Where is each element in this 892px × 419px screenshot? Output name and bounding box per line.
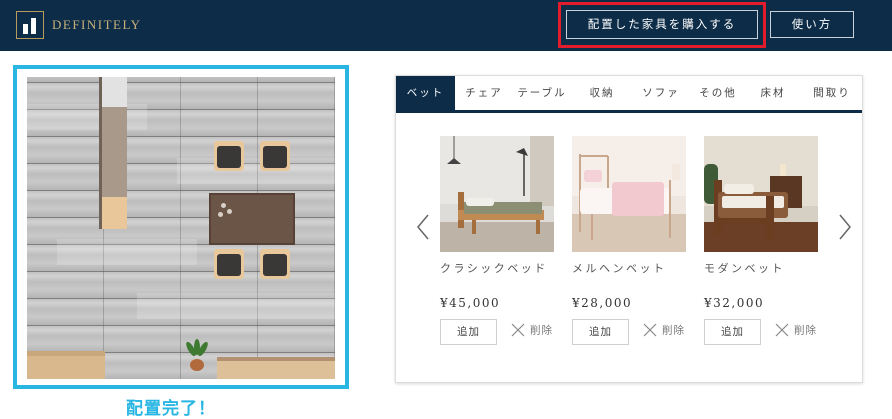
tab-floor-plan[interactable]: 間取り: [802, 76, 862, 110]
add-button[interactable]: 追加: [704, 319, 761, 345]
close-icon: [642, 322, 658, 338]
dining-table[interactable]: [209, 193, 295, 245]
product-name: クラシックベッド: [440, 262, 548, 275]
floor-plank: [177, 158, 335, 184]
delete-label: 削除: [794, 324, 817, 337]
dining-chair[interactable]: [214, 141, 244, 171]
tab-sofa[interactable]: ソファ: [632, 76, 690, 110]
delete-button[interactable]: 削除: [642, 322, 685, 342]
how-to-use-button[interactable]: 使い方: [770, 11, 854, 38]
delete-label: 削除: [530, 324, 553, 337]
dining-chair[interactable]: [260, 249, 290, 279]
logo-icon: [16, 11, 44, 39]
logo-bar-tall: [31, 18, 36, 34]
add-button[interactable]: 追加: [440, 319, 497, 345]
category-tabs: ベット チェア テーブル 収納 ソファ その他 床材 間取り: [396, 76, 862, 113]
tab-table[interactable]: テーブル: [512, 76, 572, 110]
purchase-placed-furniture-button[interactable]: 配置した家具を購入する: [566, 10, 758, 39]
placement-complete-status: 配置完了！: [126, 399, 216, 419]
brand-name: DEFINITELY: [52, 17, 142, 32]
kitchen-counter-end: [99, 197, 127, 229]
close-icon: [774, 322, 790, 338]
chevron-left-icon[interactable]: [415, 212, 431, 242]
delete-button[interactable]: 削除: [510, 322, 553, 342]
top-header: DEFINITELY 配置した家具を購入する 使い方: [0, 0, 892, 51]
floor-plank: [137, 293, 335, 319]
product-price: ¥45,000: [440, 296, 501, 310]
tab-chair[interactable]: チェア: [458, 76, 510, 110]
tab-other[interactable]: その他: [692, 76, 744, 110]
tab-storage[interactable]: 収納: [576, 76, 628, 110]
chair-seat: [217, 146, 241, 168]
bed-photo-pink[interactable]: [572, 136, 686, 252]
delete-button[interactable]: 削除: [774, 322, 817, 342]
bed-photo-dark[interactable]: [704, 136, 818, 252]
plant-pot: [190, 359, 204, 371]
potted-plant[interactable]: [184, 339, 210, 371]
product-price: ¥32,000: [704, 296, 765, 310]
tab-bed[interactable]: ベット: [396, 76, 455, 110]
chair-seat: [217, 254, 241, 276]
sofa[interactable]: [27, 351, 105, 379]
product-name: モダンベット: [704, 262, 785, 275]
table-item: [227, 209, 232, 214]
chair-seat: [263, 254, 287, 276]
floor-plank: [57, 239, 197, 265]
sofa[interactable]: [217, 357, 335, 379]
chevron-right-icon[interactable]: [837, 212, 853, 242]
dining-chair[interactable]: [214, 249, 244, 279]
kitchen-counter-sink: [99, 77, 127, 107]
table-item: [218, 212, 223, 217]
add-button[interactable]: 追加: [572, 319, 629, 345]
product-name: メルヘンベット: [572, 262, 667, 275]
close-icon: [510, 322, 526, 338]
floor-plan-frame: [13, 65, 349, 389]
chair-seat: [263, 146, 287, 168]
dining-chair[interactable]: [260, 141, 290, 171]
product-price: ¥28,000: [572, 296, 633, 310]
logo-bar-short: [23, 24, 28, 34]
delete-label: 削除: [662, 324, 685, 337]
floor-plan-canvas[interactable]: [27, 77, 335, 379]
bed-photo-wood[interactable]: [440, 136, 554, 252]
table-item: [221, 203, 226, 208]
furniture-catalog-panel: ベット チェア テーブル 収納 ソファ その他 床材 間取り クラシックベッド …: [395, 75, 863, 383]
floor-plank: [27, 104, 147, 130]
tab-flooring[interactable]: 床材: [748, 76, 798, 110]
